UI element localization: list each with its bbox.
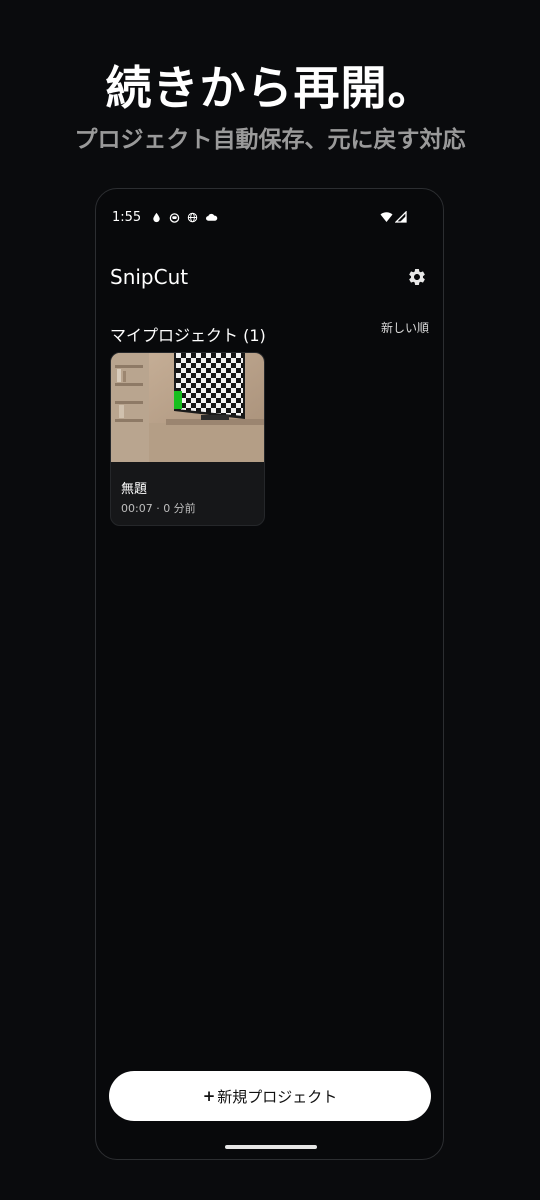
status-right [380, 211, 407, 223]
project-meta: 00:07 · 0 分前 [121, 502, 196, 515]
home-indicator[interactable] [225, 1145, 317, 1149]
settings-button[interactable] [405, 265, 429, 289]
project-name: 無題 [121, 482, 148, 497]
new-project-label: 新規プロジェクト [217, 1087, 338, 1106]
project-thumbnail [111, 353, 264, 462]
gear-icon [409, 269, 425, 285]
sort-order-button[interactable]: 新しい順 [381, 319, 429, 336]
drop-icon [153, 212, 160, 222]
status-time: 1:55 [112, 209, 142, 225]
face-icon [169, 212, 180, 223]
app-title: SnipCut [110, 265, 189, 289]
plus-icon: + [202, 1087, 216, 1105]
cloud-icon [206, 213, 218, 221]
signal-icon [395, 211, 407, 223]
promo-title: 続きから再開。 [105, 61, 435, 115]
promo-subtitle: プロジェクト自動保存、元に戻す対応 [74, 127, 466, 153]
wifi-icon [380, 212, 393, 222]
new-project-button[interactable]: + 新規プロジェクト [109, 1071, 431, 1121]
phone-frame: 1:55 SnipCut マイプロジェクト (1) 新しい順 無題 00:07 … [95, 188, 444, 1160]
projects-section-title: マイプロジェクト (1) [110, 326, 266, 345]
status-bar: 1:55 [112, 209, 407, 225]
app-header: SnipCut [110, 262, 429, 292]
globe-icon [187, 212, 198, 222]
projects-section-header: マイプロジェクト (1) 新しい順 [110, 319, 429, 346]
project-card[interactable]: 無題 00:07 · 0 分前 [110, 352, 265, 526]
